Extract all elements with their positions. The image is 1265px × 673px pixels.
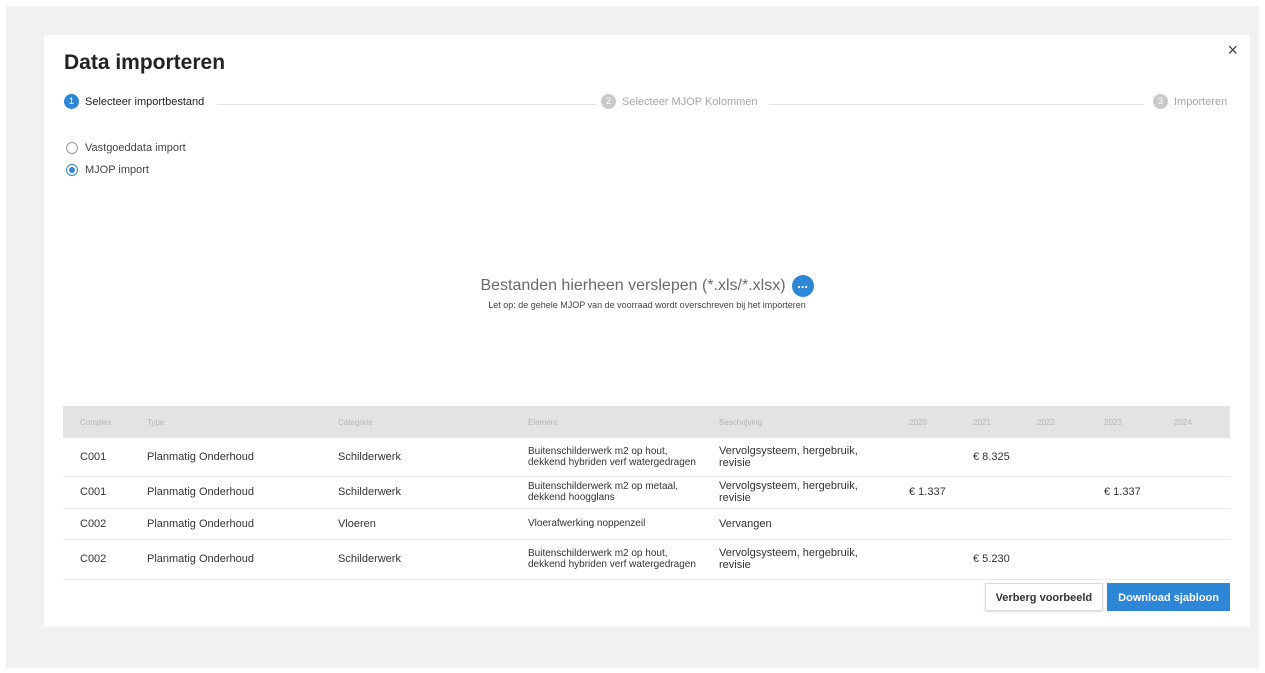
- close-icon[interactable]: ×: [1227, 41, 1238, 59]
- cell-2022: [1020, 476, 1087, 509]
- radio-label: Vastgoeddata import: [85, 142, 186, 154]
- cell-2023: [1087, 539, 1157, 580]
- cell-beschrijving: Vervangen: [702, 508, 892, 540]
- cell-beschrijving: Vervolgsysteem, hergebruik, revisie: [702, 539, 892, 580]
- cell-type: Planmatig Onderhoud: [130, 438, 321, 477]
- stepper: 1 Selecteer importbestand 2 Selecteer MJ…: [64, 94, 1230, 114]
- cell-2024: [1157, 438, 1230, 477]
- cell-type: Planmatig Onderhoud: [130, 539, 321, 580]
- cell-2021: [956, 508, 1020, 540]
- cell-complex: C001: [63, 438, 130, 477]
- cell-2024: [1157, 508, 1230, 540]
- step-number: 1: [64, 94, 79, 109]
- column-header: Categorie: [321, 406, 511, 438]
- cell-categorie: Schilderwerk: [321, 539, 511, 580]
- cell-2024: [1157, 539, 1230, 580]
- radio-button[interactable]: [66, 142, 78, 154]
- dropzone-text: Bestanden hierheen verslepen (*.xls/*.xl…: [480, 277, 786, 294]
- cell-element: Buitenschilderwerk m2 op hout, dekkend h…: [511, 539, 702, 580]
- import-type-group: Vastgoeddata import MJOP import: [66, 137, 186, 181]
- cell-2021: € 8.325: [956, 438, 1020, 477]
- cell-beschrijving: Vervolgsysteem, hergebruik, revisie: [702, 476, 892, 509]
- table-row: C001 Planmatig Onderhoud Schilderwerk Bu…: [63, 476, 1230, 509]
- column-header: 2022: [1020, 406, 1087, 438]
- cell-2021: € 5.230: [956, 539, 1020, 580]
- column-header: Type: [130, 406, 321, 438]
- stepper-connector: [769, 104, 1144, 105]
- cell-complex: C002: [63, 539, 130, 580]
- radio-mjop-import[interactable]: MJOP import: [66, 159, 186, 181]
- file-dropzone[interactable]: Bestanden hierheen verslepen (*.xls/*.xl…: [44, 275, 1250, 310]
- step-select-file: 1 Selecteer importbestand: [64, 94, 205, 109]
- table-row: C001 Planmatig Onderhoud Schilderwerk Bu…: [63, 438, 1230, 477]
- cell-2022: [1020, 438, 1087, 477]
- step-label: Selecteer MJOP Kolommen: [622, 95, 758, 108]
- cell-2023: [1087, 438, 1157, 477]
- step-select-columns: 2 Selecteer MJOP Kolommen: [601, 94, 758, 109]
- cell-categorie: Schilderwerk: [321, 438, 511, 477]
- cell-2021: [956, 476, 1020, 509]
- column-header: 2024: [1157, 406, 1230, 438]
- cell-complex: C001: [63, 476, 130, 509]
- step-number: 3: [1153, 94, 1168, 109]
- cell-complex: C002: [63, 508, 130, 540]
- cell-2020: [892, 508, 956, 540]
- table-row: C002 Planmatig Onderhoud Schilderwerk Bu…: [63, 539, 1230, 580]
- step-label: Selecteer importbestand: [85, 95, 205, 108]
- step-number: 2: [601, 94, 616, 109]
- step-label: Importeren: [1174, 95, 1228, 108]
- cell-2023: [1087, 508, 1157, 540]
- cell-element: Vloerafwerking noppenzeil: [511, 508, 702, 540]
- column-header: 2021: [956, 406, 1020, 438]
- radio-button[interactable]: [66, 164, 78, 176]
- cell-categorie: Schilderwerk: [321, 476, 511, 509]
- cell-2022: [1020, 539, 1087, 580]
- dialog-footer: Verberg voorbeeld Download sjabloon: [984, 583, 1230, 611]
- radio-label: MJOP import: [85, 164, 149, 176]
- browse-button[interactable]: ...: [791, 275, 814, 297]
- stepper-connector: [217, 104, 597, 105]
- step-import: 3 Importeren: [1153, 94, 1228, 109]
- table-row: C002 Planmatig Onderhoud Vloeren Vloeraf…: [63, 508, 1230, 540]
- column-header: Complex: [63, 406, 130, 438]
- cell-2023: € 1.337: [1087, 476, 1157, 509]
- cell-2020: [892, 438, 956, 477]
- hide-preview-button[interactable]: Verberg voorbeeld: [984, 583, 1104, 611]
- cell-2024: [1157, 476, 1230, 509]
- preview-table: Complex Type Categorie Element Beschrijv…: [63, 406, 1230, 580]
- radio-vastgoeddata-import[interactable]: Vastgoeddata import: [66, 137, 186, 159]
- cell-2022: [1020, 508, 1087, 540]
- download-template-button[interactable]: Download sjabloon: [1107, 583, 1230, 611]
- column-header: 2020: [892, 406, 956, 438]
- cell-type: Planmatig Onderhoud: [130, 508, 321, 540]
- cell-element: Buitenschilderwerk m2 op hout, dekkend h…: [511, 438, 702, 477]
- column-header: 2023: [1087, 406, 1157, 438]
- cell-2020: [892, 539, 956, 580]
- cell-2020: € 1.337: [892, 476, 956, 509]
- dropzone-warning: Let op: de gehele MJOP van de voorraad w…: [488, 300, 806, 310]
- table-header-row: Complex Type Categorie Element Beschrijv…: [63, 406, 1230, 438]
- cell-categorie: Vloeren: [321, 508, 511, 540]
- column-header: Element: [511, 406, 702, 438]
- cell-type: Planmatig Onderhoud: [130, 476, 321, 509]
- import-dialog: Data importeren × 1 Selecteer importbest…: [44, 35, 1250, 627]
- cell-beschrijving: Vervolgsysteem, hergebruik, revisie: [702, 438, 892, 477]
- column-header: Beschrijving: [702, 406, 892, 438]
- cell-element: Buitenschilderwerk m2 op metaal, dekkend…: [511, 476, 702, 509]
- dialog-title: Data importeren: [64, 51, 226, 74]
